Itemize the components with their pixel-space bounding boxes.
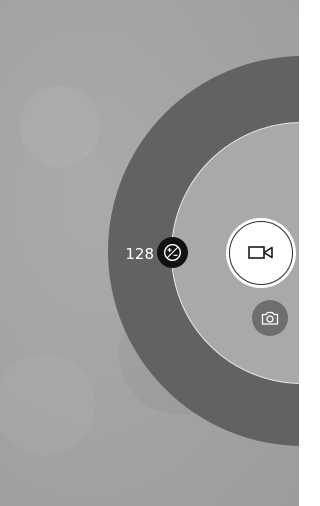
camera-viewfinder: 128 bbox=[0, 0, 299, 506]
camera-icon bbox=[261, 311, 279, 325]
record-video-button[interactable] bbox=[226, 218, 296, 288]
exposure-icon bbox=[163, 243, 182, 262]
exposure-control-button[interactable] bbox=[157, 237, 188, 268]
switch-to-photo-button[interactable] bbox=[252, 300, 288, 336]
video-camera-icon bbox=[248, 246, 273, 259]
exposure-value-label: 128 bbox=[125, 245, 154, 263]
